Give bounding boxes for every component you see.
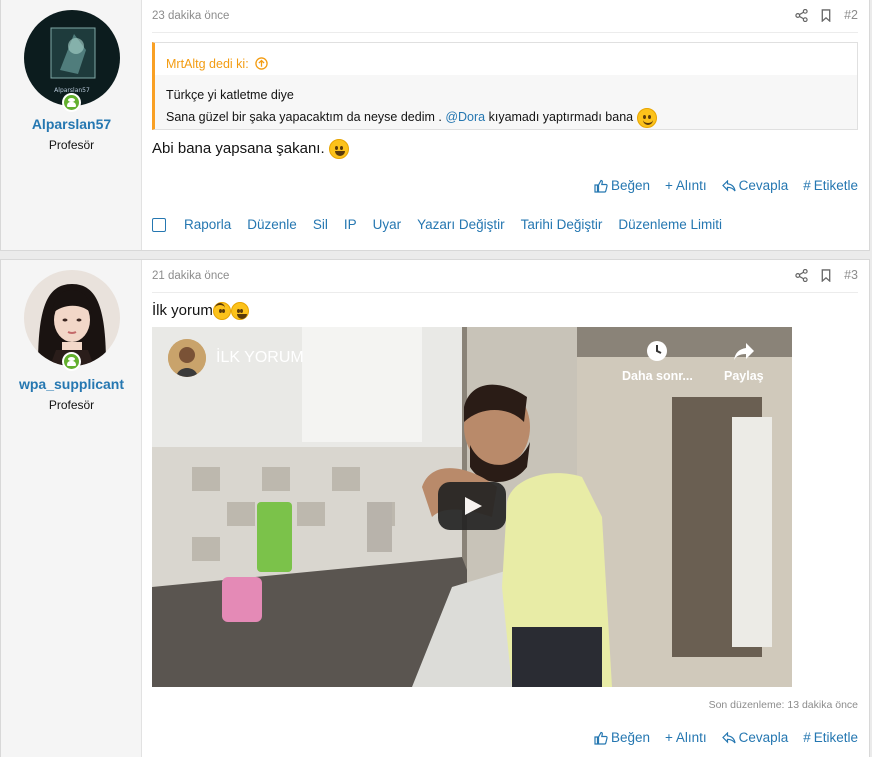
post-number[interactable]: #2 — [844, 8, 858, 22]
post-3: wpa_supplicant Profesör 21 dakika önce #… — [0, 259, 870, 757]
post-header: 21 dakika önce #3 — [152, 261, 858, 293]
user-title: Profesör — [48, 138, 95, 152]
watch-later-button[interactable]: Daha sonr... — [622, 339, 693, 383]
mod-action-change-date[interactable]: Tarihi Değiştir — [521, 217, 603, 232]
reply-icon — [721, 179, 736, 191]
like-button[interactable]: Beğen — [594, 730, 650, 745]
post-actions: Beğen + Alıntı Cevapla # Etiketle — [594, 730, 858, 745]
user-cell: wpa_supplicant Profesör — [1, 260, 142, 757]
thumbs-up-icon — [594, 731, 608, 745]
share-icon[interactable] — [795, 268, 808, 282]
video-embed[interactable]: İLK YORUM Daha sonr... Paylaş — [152, 327, 792, 687]
online-status-icon — [62, 352, 81, 371]
mod-action-ip[interactable]: IP — [344, 217, 357, 232]
post-message: İlk yorum — [152, 302, 249, 321]
post-content: 23 dakika önce #2 MrtAltg dedi ki: Türkç… — [152, 0, 858, 250]
laughing-tears-emoji-icon — [230, 302, 249, 321]
smile-emoji-icon — [636, 107, 657, 128]
mod-action-edit-limit[interactable]: Düzenleme Limiti — [618, 217, 722, 232]
reply-icon — [721, 731, 736, 743]
upside-down-face-emoji-icon — [212, 302, 231, 321]
share-icon[interactable] — [795, 8, 808, 22]
clock-icon — [647, 341, 668, 361]
channel-avatar[interactable] — [168, 339, 206, 377]
quote-author[interactable]: MrtAltg dedi ki: — [155, 43, 857, 75]
avatar-image: Alparslan57 — [24, 10, 120, 106]
quote-button[interactable]: + Alıntı — [665, 178, 707, 193]
quote-text: Türkçe yi katletme diye Sana güzel bir ş… — [155, 75, 857, 128]
plus-icon: + — [665, 178, 673, 193]
username[interactable]: Alparslan57 — [1, 116, 142, 132]
thumbs-up-icon — [594, 179, 608, 193]
arrow-up-circle-icon[interactable] — [254, 57, 268, 70]
post-message: Abi bana yapsana şakanı. — [152, 139, 349, 159]
mod-action-delete[interactable]: Sil — [313, 217, 328, 232]
plus-icon: + — [665, 730, 673, 745]
user-cell: Alparslan57 Alparslan57 Profesör — [1, 0, 142, 250]
tag-button[interactable]: # Etiketle — [803, 178, 858, 193]
share-video-button[interactable]: Paylaş — [724, 339, 764, 383]
mod-action-warn[interactable]: Uyar — [373, 217, 402, 232]
mod-action-change-author[interactable]: Yazarı Değiştir — [417, 217, 505, 232]
post-number[interactable]: #3 — [844, 268, 858, 282]
post-time[interactable]: 21 dakika önce — [152, 270, 229, 282]
reply-button[interactable]: Cevapla — [721, 730, 788, 745]
user-title: Profesör — [48, 398, 95, 412]
select-checkbox[interactable] — [152, 217, 166, 232]
mod-action-edit[interactable]: Düzenle — [247, 217, 297, 232]
user-mention[interactable]: @Dora — [445, 110, 485, 124]
bookmark-icon[interactable] — [820, 268, 832, 282]
share-arrow-icon — [733, 343, 754, 360]
quote-block: MrtAltg dedi ki: Türkçe yi katletme diye… — [152, 42, 858, 130]
avatar[interactable]: Alparslan57 — [24, 10, 120, 106]
video-title[interactable]: İLK YORUM — [168, 339, 304, 377]
bookmark-icon[interactable] — [820, 8, 832, 22]
post-actions: Beğen + Alıntı Cevapla # Etiketle — [594, 178, 858, 193]
post-header: 23 dakika önce #2 — [152, 1, 858, 33]
reply-button[interactable]: Cevapla — [721, 178, 788, 193]
post-2: Alparslan57 Alparslan57 Profesör 23 daki… — [0, 0, 870, 251]
hash-icon: # — [803, 730, 811, 745]
last-edited: Son düzenleme: 13 dakika önce — [708, 699, 858, 711]
online-status-icon — [62, 93, 81, 112]
play-button[interactable] — [438, 482, 506, 530]
username[interactable]: wpa_supplicant — [1, 376, 142, 392]
hash-icon: # — [803, 178, 811, 193]
tag-button[interactable]: # Etiketle — [803, 730, 858, 745]
moderator-actions: Raporla Düzenle Sil IP Uyar Yazarı Değiş… — [152, 217, 738, 232]
quote-button[interactable]: + Alıntı — [665, 730, 707, 745]
mod-action-report[interactable]: Raporla — [184, 217, 231, 232]
grin-emoji-icon — [328, 139, 349, 159]
post-time[interactable]: 23 dakika önce — [152, 10, 229, 22]
post-content: 21 dakika önce #3 İlk yorum İLK YORUM Da… — [152, 260, 858, 757]
like-button[interactable]: Beğen — [594, 178, 650, 193]
